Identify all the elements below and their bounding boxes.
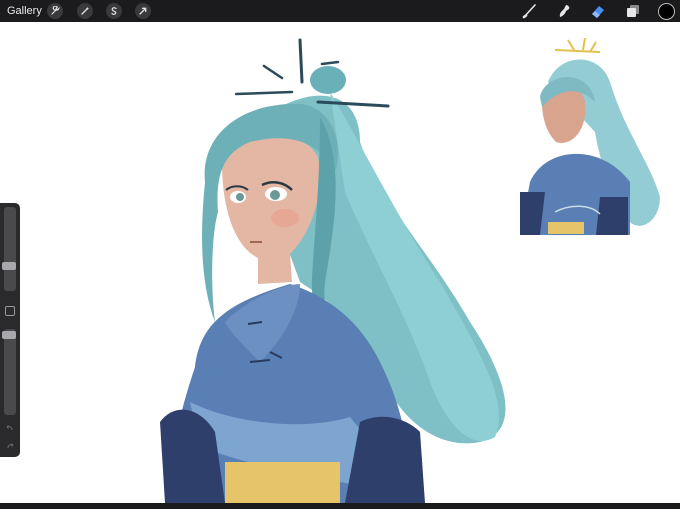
selection-button[interactable]: [106, 3, 122, 19]
opacity-slider[interactable]: [2, 329, 16, 415]
wrench-icon: [51, 6, 60, 15]
modify-button[interactable]: [5, 306, 15, 316]
reference-thumbnail: [520, 37, 660, 235]
eraser-tool-button[interactable]: [589, 2, 607, 20]
selection-icon: [111, 7, 117, 15]
brush-sidebar: [0, 203, 20, 457]
redo-icon[interactable]: [6, 443, 14, 449]
drawing-canvas[interactable]: [0, 22, 680, 503]
color-picker-swatch[interactable]: [658, 3, 675, 20]
actions-wrench-button[interactable]: [47, 3, 63, 19]
gallery-button[interactable]: Gallery: [7, 5, 42, 17]
magic-wand-icon: [81, 7, 89, 15]
undo-icon[interactable]: [6, 425, 14, 431]
bottom-bar: [0, 503, 680, 509]
brush-size-thumb[interactable]: [2, 262, 16, 270]
transform-icon: [139, 7, 147, 15]
top-toolbar: Gallery: [0, 0, 680, 22]
adjustments-button[interactable]: [77, 3, 93, 19]
transform-button[interactable]: [135, 3, 151, 19]
smudge-tool-button[interactable]: [555, 2, 573, 20]
opacity-thumb[interactable]: [2, 331, 16, 339]
smudge-icon: [559, 5, 570, 17]
layers-icon: [627, 5, 639, 17]
hair-bun: [310, 66, 346, 94]
sash: [225, 462, 340, 503]
eraser-icon: [592, 6, 604, 18]
brush-tool-button[interactable]: [521, 2, 539, 20]
brush-icon: [522, 4, 536, 19]
brush-size-slider[interactable]: [2, 207, 16, 291]
layers-button[interactable]: [624, 2, 642, 20]
character-artwork: [160, 37, 660, 503]
